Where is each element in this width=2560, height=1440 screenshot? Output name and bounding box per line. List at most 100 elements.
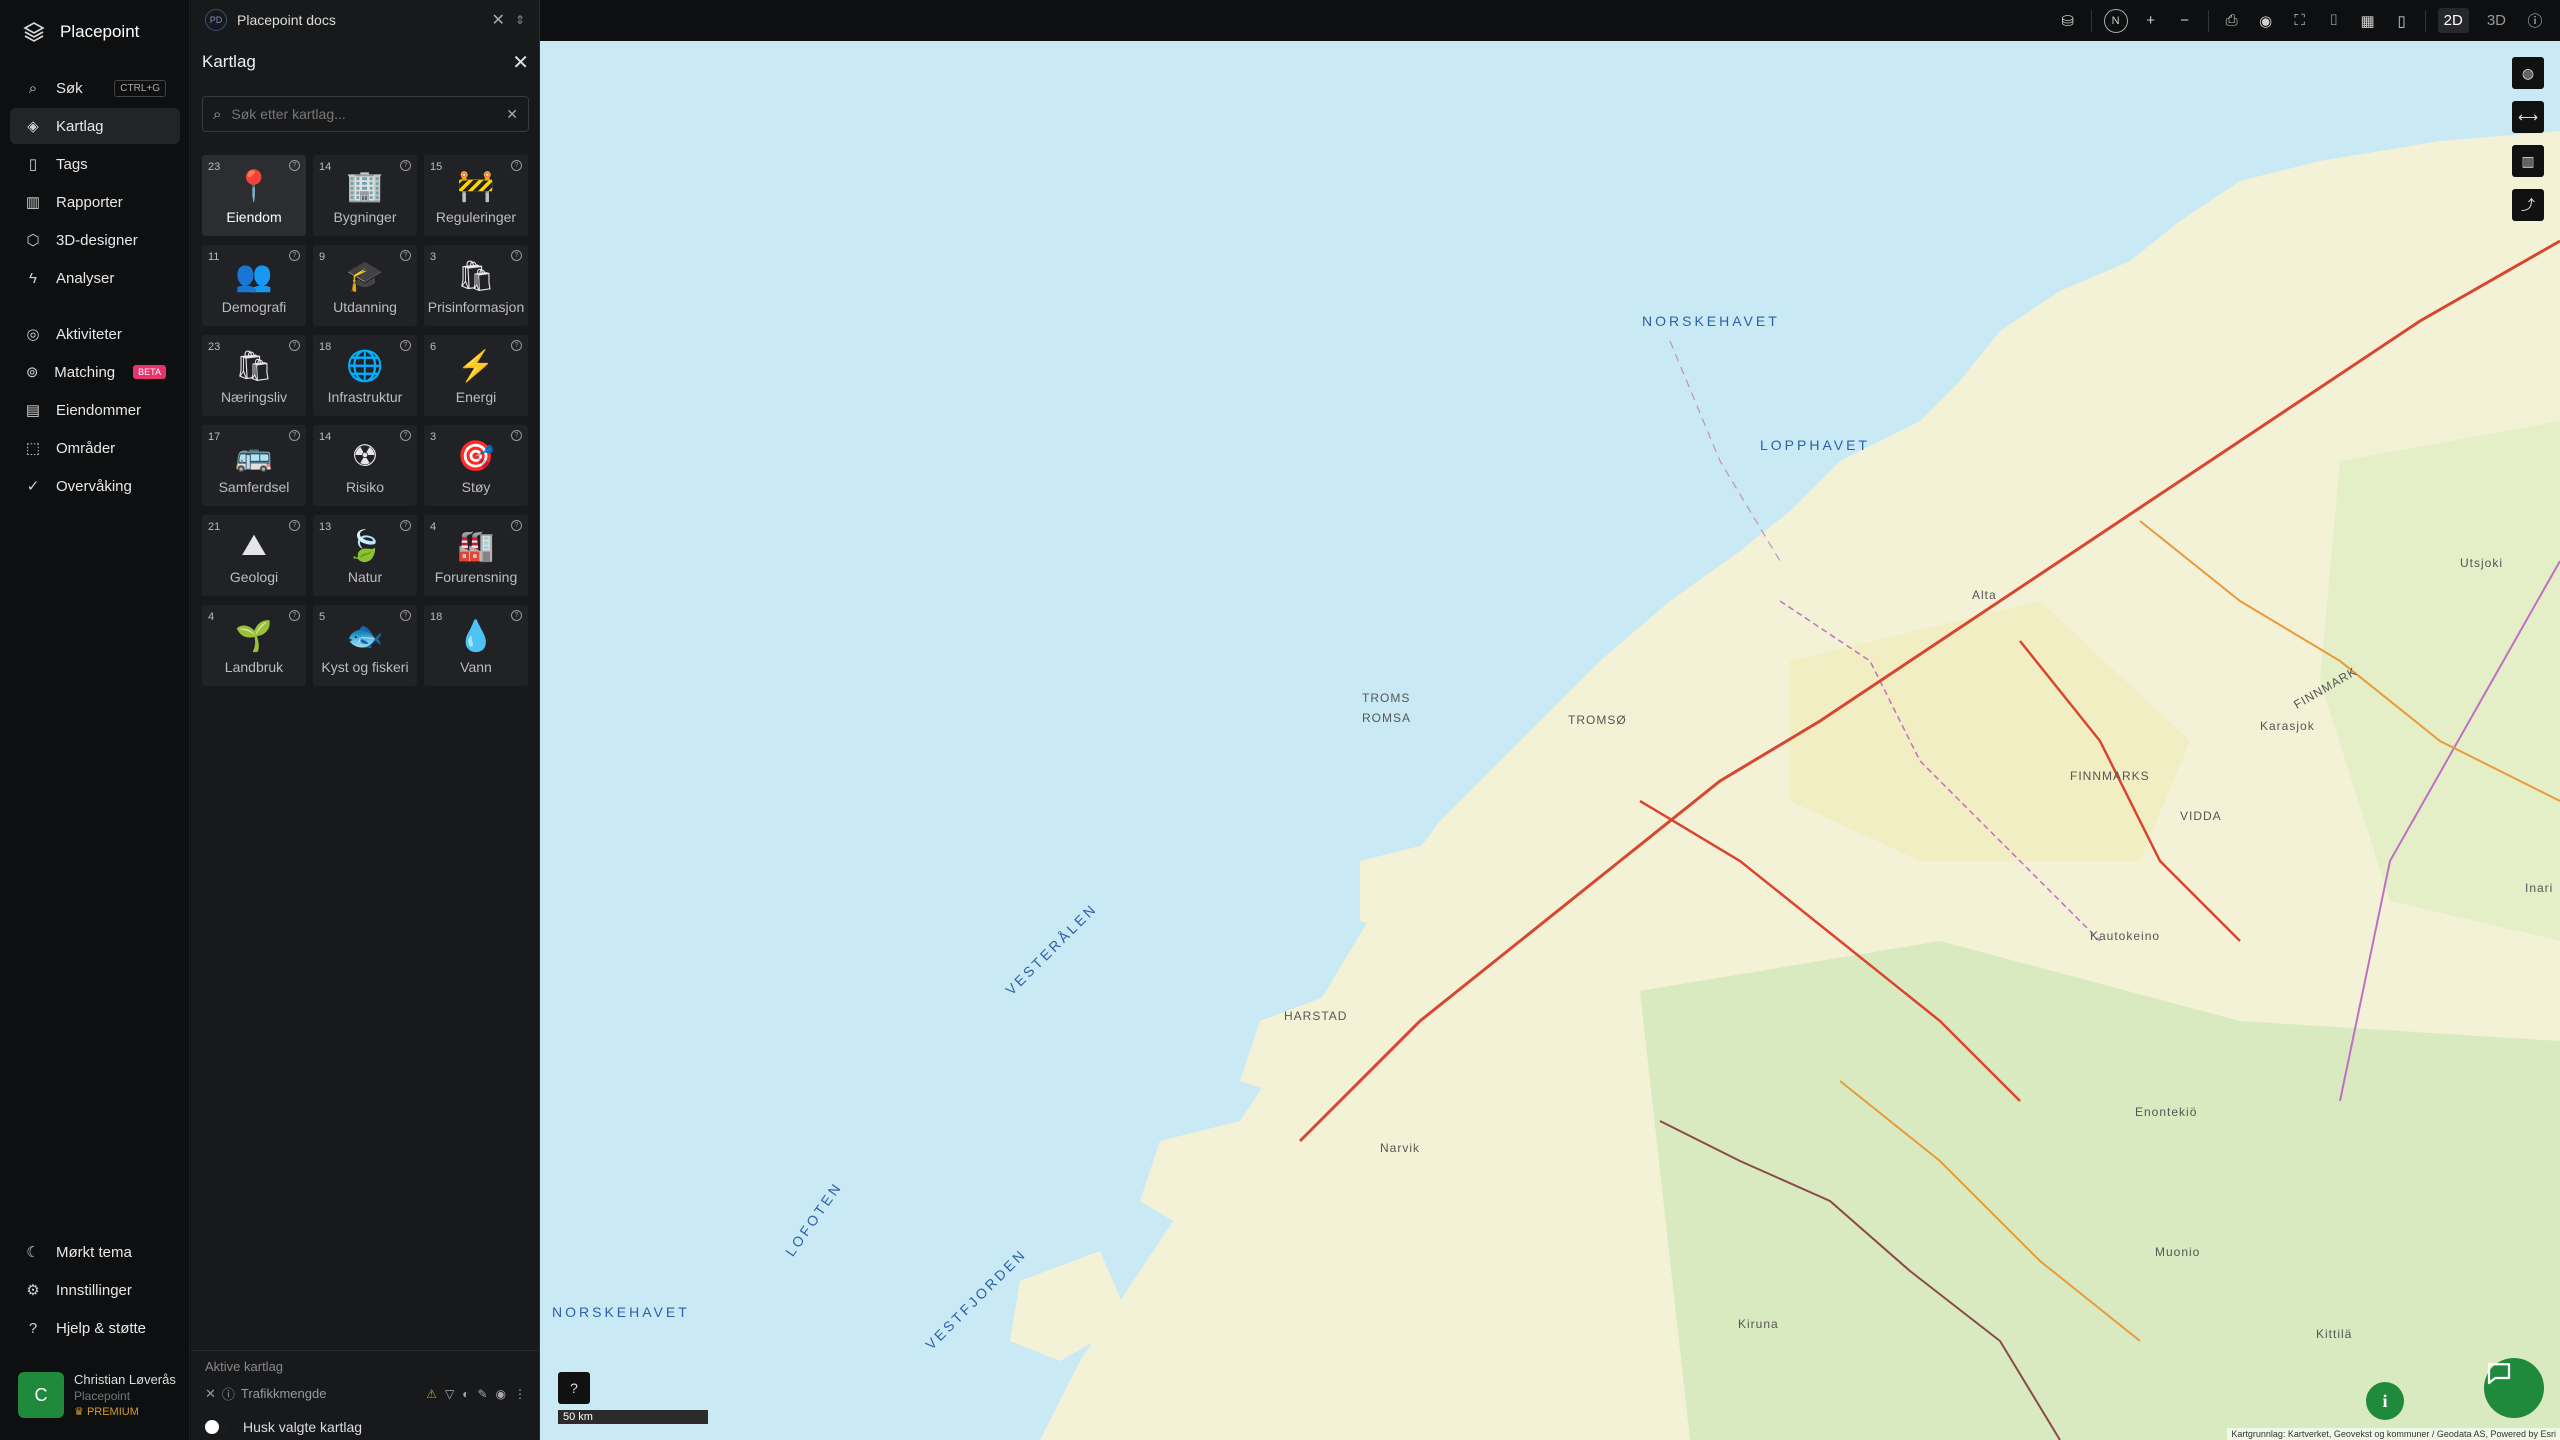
city-label: Kittilä — [2316, 1327, 2353, 1341]
secondary-nav: ◎ Aktiviteter ⊚ Matching BETA ▤ Eiendomm… — [10, 316, 180, 506]
divider — [2424, 9, 2426, 32]
zoom-out-icon[interactable]: − — [2174, 10, 2196, 32]
camera-icon[interactable]: ⌷ — [2323, 10, 2345, 32]
layer-search: ⌕ ✕ — [202, 96, 529, 132]
map-help-icon[interactable]: ? — [558, 1372, 590, 1404]
category-icon: 🚌 — [235, 440, 273, 473]
category-tile[interactable]: 3? 🎯 Støy — [424, 425, 528, 506]
category-icon: 👥 — [235, 260, 273, 293]
map-view[interactable]: NORSKEHAVET LOPPHAVET VESTERÅLEN LOFOTEN… — [540, 41, 2560, 1440]
nav-item-3d-designer[interactable]: ⬡ 3D-designer — [10, 222, 180, 258]
print-icon[interactable]: ⎙ — [2221, 10, 2243, 32]
category-tile[interactable]: 4? 🌱 Landbruk — [202, 605, 306, 686]
category-label: Kyst og fiskeri — [321, 659, 409, 675]
beta-badge: BETA — [133, 365, 166, 379]
nav-item-aktiviteter[interactable]: ◎ Aktiviteter — [10, 316, 180, 352]
city-label: Kautokeino — [2090, 929, 2161, 943]
globe-icon[interactable]: ◍ — [2512, 57, 2544, 89]
nav-item-omrader[interactable]: ⬚ Områder — [10, 430, 180, 466]
zoom-in-icon[interactable]: + — [2140, 10, 2162, 32]
category-tile[interactable]: 23? 📍 Eiendom — [202, 155, 306, 236]
category-tile[interactable]: 15? 🚧 Reguleringer — [424, 155, 528, 236]
layer-search-input[interactable] — [231, 106, 497, 122]
close-panel-icon[interactable]: ✕ — [512, 50, 529, 75]
clear-search-icon[interactable]: ✕ — [506, 106, 518, 123]
nav-item-sok[interactable]: ⌕ Søk CTRL+G — [10, 70, 180, 106]
north-compass-icon[interactable]: N — [2103, 8, 2128, 33]
category-tile[interactable]: 14? 🏢 Bygninger — [313, 155, 417, 236]
warning-icon[interactable]: ⚠ — [426, 1387, 437, 1401]
category-label: Samferdsel — [218, 479, 290, 495]
document-selector[interactable]: PD Placepoint docs ✕ ⇕ — [205, 8, 525, 32]
grid-icon[interactable]: ▦ — [2357, 10, 2379, 32]
city-label: Alta — [1972, 588, 1997, 602]
city-label: Narvik — [1380, 1141, 1421, 1155]
nav-label: Matching — [54, 363, 116, 381]
nav-item-rapporter[interactable]: ▥ Rapporter — [10, 184, 180, 220]
info-button[interactable]: i — [2366, 1382, 2404, 1420]
active-layers: Aktive kartlag ✕ ⓘ Trafikkmengde ⚠ ▽ ◐ ✎… — [191, 1350, 540, 1435]
brand[interactable]: Placepoint — [22, 20, 139, 44]
category-icon: 🏭 — [457, 530, 495, 563]
nav-item-help[interactable]: ? Hjelp & støtte — [10, 1310, 180, 1346]
category-tile[interactable]: 5? 🐟 Kyst og fiskeri — [313, 605, 417, 686]
bookmark-icon[interactable]: ▯ — [2391, 10, 2413, 32]
bottom-nav: ☾ Mørkt tema ⚙ Innstillinger ? Hjelp & s… — [10, 1234, 180, 1348]
close-doc-icon[interactable]: ✕ — [492, 10, 505, 30]
info-icon[interactable]: ⓘ — [222, 1384, 235, 1403]
category-tile[interactable]: 13? 🍃 Natur — [313, 515, 417, 596]
user-profile[interactable]: C Christian Løverås Placepoint ♛ PREMIUM — [18, 1372, 176, 1420]
category-label: Eiendom — [226, 209, 282, 225]
category-tile[interactable]: 11? 👥 Demografi — [202, 245, 306, 326]
category-tile[interactable]: 18? 💧 Vann — [424, 605, 528, 686]
route-icon[interactable]: ⤴ — [2512, 189, 2544, 221]
category-label: Forurensning — [434, 569, 518, 585]
nav-label: Hjelp & støtte — [56, 1319, 147, 1337]
active-layer-name: Trafikkmengde — [240, 1386, 327, 1401]
category-tile[interactable]: 9? 🎓 Utdanning — [313, 245, 417, 326]
nav-label: Innstillinger — [56, 1281, 132, 1299]
nav-item-eiendommer[interactable]: ▤ Eiendommer — [10, 392, 180, 428]
bookmark-icon: ▯ — [28, 156, 38, 173]
fullscreen-icon[interactable]: ⛶ — [2289, 10, 2311, 32]
mode-2d-button[interactable]: 2D — [2437, 8, 2469, 33]
nav-label: Eiendommer — [56, 401, 142, 419]
city-label: Utsjoki — [2460, 556, 2504, 570]
chevron-updown-icon[interactable]: ⇕ — [515, 13, 525, 27]
category-tile[interactable]: 21? ⛰ Geologi — [202, 515, 306, 596]
avatar: C — [18, 1372, 64, 1418]
category-tile[interactable]: 23? 🛍 Næringsliv — [202, 335, 306, 416]
category-tile[interactable]: 14? ☢ Risiko — [313, 425, 417, 506]
edit-icon[interactable]: ✎ — [477, 1387, 487, 1401]
category-label: Demografi — [221, 299, 287, 315]
nav-item-dark-theme[interactable]: ☾ Mørkt tema — [10, 1234, 180, 1270]
nav-item-kartlag[interactable]: ◈ Kartlag — [10, 108, 180, 144]
eye-icon[interactable]: ◉ — [2255, 10, 2277, 32]
mode-3d-button[interactable]: 3D — [2481, 8, 2512, 33]
more-icon[interactable]: ⋮ — [514, 1387, 526, 1401]
lock-layers-icon[interactable]: ⛁ — [2057, 10, 2079, 32]
chart-icon[interactable]: ▥ — [2512, 145, 2544, 177]
category-tile[interactable]: 18? 🌐 Infrastruktur — [313, 335, 417, 416]
remember-layers-toggle[interactable] — [205, 1420, 227, 1434]
nav-item-tags[interactable]: ▯ Tags — [10, 146, 180, 182]
visibility-icon[interactable]: ◉ — [496, 1387, 506, 1401]
category-tile[interactable]: 6? ⚡ Energi — [424, 335, 528, 416]
category-label: Vann — [460, 659, 492, 675]
nav-item-overvaking[interactable]: ✓ Overvåking — [10, 468, 180, 504]
nav-item-matching[interactable]: ⊚ Matching BETA — [10, 354, 180, 390]
style-icon[interactable]: ◐ — [462, 1387, 469, 1401]
region-label: FINNMARKS — [2070, 769, 2150, 783]
filter-icon[interactable]: ▽ — [445, 1387, 454, 1401]
info-icon[interactable]: ⓘ — [2524, 10, 2546, 32]
nav-item-analyser[interactable]: ϟ Analyser — [10, 260, 180, 296]
measure-icon[interactable]: ⟷ — [2512, 101, 2544, 133]
remove-layer-icon[interactable]: ✕ — [205, 1386, 216, 1402]
sea-label: NORSKEHAVET — [552, 1304, 690, 1320]
bolt-icon: ϟ — [29, 269, 37, 287]
category-tile[interactable]: 3? 🛍 Prisinformasjon — [424, 245, 528, 326]
category-tile[interactable]: 17? 🚌 Samferdsel — [202, 425, 306, 506]
chat-button[interactable] — [2484, 1358, 2544, 1418]
nav-item-settings[interactable]: ⚙ Innstillinger — [10, 1272, 180, 1308]
category-tile[interactable]: 4? 🏭 Forurensning — [424, 515, 528, 596]
